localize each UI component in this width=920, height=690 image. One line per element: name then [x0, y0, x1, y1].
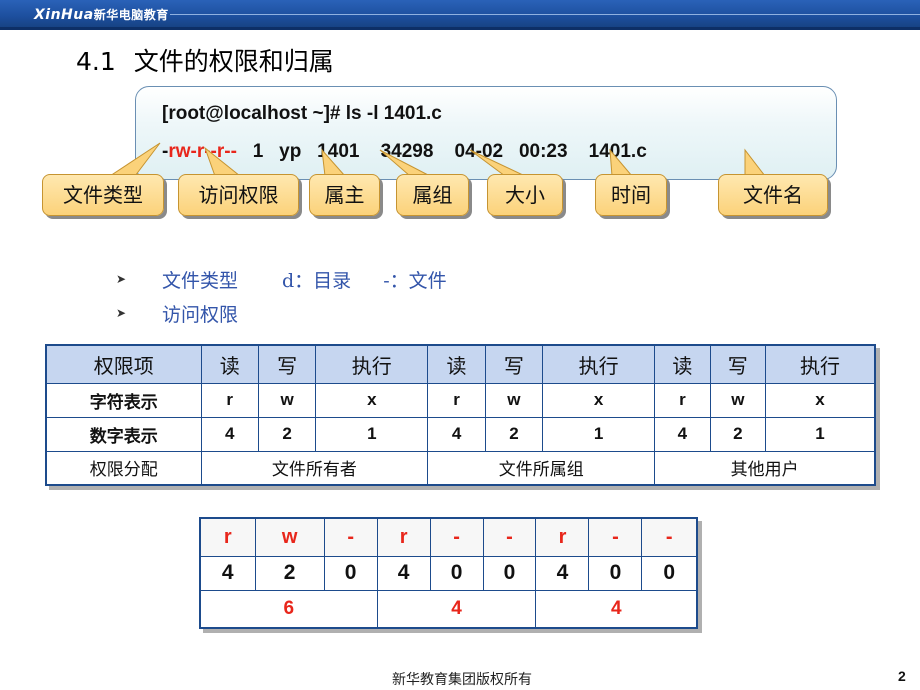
- header-cell: 写: [257, 344, 317, 384]
- page-number: 2: [898, 668, 906, 684]
- row-label: 字符表示: [45, 382, 202, 418]
- bits-digit-row: 4 2 0 4 0 0 4 0 0: [199, 555, 698, 591]
- bit-char: r: [199, 517, 256, 557]
- pointer-filename: [744, 148, 767, 177]
- header-cell: 读: [200, 344, 259, 384]
- group-owner: 文件所有者: [200, 450, 429, 486]
- table-cell: 4: [200, 416, 259, 452]
- pointer-owner: [321, 148, 347, 177]
- row-label: 数字表示: [45, 416, 202, 452]
- bit-char: -: [482, 517, 537, 557]
- bit-digit: 0: [641, 555, 698, 591]
- section-number: 4.1: [76, 47, 116, 76]
- table-cell: w: [484, 382, 544, 418]
- bit-digit: 0: [323, 555, 378, 591]
- bit-digit: 4: [376, 555, 431, 591]
- header-cell: 执行: [765, 344, 876, 384]
- bullet-item-file-type: ➤ 文件类型 d：目录 -：文件: [116, 262, 447, 296]
- pointer-file-type: [108, 142, 161, 177]
- bit-digit: 0: [482, 555, 537, 591]
- group-others: 其他用户: [654, 450, 876, 486]
- table-cell: r: [200, 382, 259, 418]
- table-cell: 1: [765, 416, 876, 452]
- bullet-item-access: ➤ 访问权限: [116, 296, 447, 330]
- table-cell: r: [654, 382, 711, 418]
- bit-digit: 2: [254, 555, 325, 591]
- bit-char: w: [254, 517, 325, 557]
- bit-char: -: [429, 517, 484, 557]
- table-cell: 2: [257, 416, 317, 452]
- footer-copyright: 新华教育集团版权所有: [392, 672, 532, 688]
- bit-char: -: [323, 517, 378, 557]
- bit-digit: 4: [199, 555, 256, 591]
- bit-char: -: [641, 517, 698, 557]
- table-header-row: 权限项 读 写 执行 读 写 执行 读 写 执行: [45, 344, 876, 384]
- header-cell: 写: [484, 344, 544, 384]
- callout-owner: 属主: [309, 174, 380, 216]
- slide-title: 4.1 文件的权限和归属: [76, 42, 334, 78]
- title-text: 文件的权限和归属: [133, 47, 334, 76]
- header-rule: [170, 14, 920, 15]
- callout-access: 访问权限: [178, 174, 299, 216]
- callout-size: 大小: [487, 174, 563, 216]
- table-cell: 4: [427, 416, 486, 452]
- header-cell: 执行: [315, 344, 429, 384]
- bullet-label: 访问权限: [162, 303, 239, 326]
- row-label: 权限分配: [45, 450, 202, 486]
- table-cell: 2: [709, 416, 767, 452]
- bullet-arrow-icon: ➤: [116, 272, 127, 286]
- table-cell: x: [765, 382, 876, 418]
- bit-digit: 4: [535, 555, 590, 591]
- table-cell: 1: [315, 416, 429, 452]
- callout-time: 时间: [595, 174, 667, 216]
- permission-table: 权限项 读 写 执行 读 写 执行 读 写 执行 字符表示 r w x r w …: [45, 344, 876, 486]
- bullet-file-desc: -：文件: [383, 269, 447, 292]
- callout-filename: 文件名: [718, 174, 828, 216]
- table-row: 字符表示 r w x r w x r w x: [45, 382, 876, 418]
- pointer-group: [379, 149, 431, 177]
- bit-sum-owner: 6: [199, 589, 378, 629]
- callout-file-type: 文件类型: [42, 174, 164, 216]
- callout-group: 属组: [396, 174, 469, 216]
- table-cell: w: [257, 382, 317, 418]
- table-cell: 1: [542, 416, 656, 452]
- bit-digit: 0: [588, 555, 643, 591]
- bit-sum-group: 4: [376, 589, 537, 629]
- bit-digit: 0: [429, 555, 484, 591]
- table-cell: x: [315, 382, 429, 418]
- header-bar: XinHua新华电脑教育: [0, 0, 920, 30]
- group-group: 文件所属组: [427, 450, 656, 486]
- bits-table: r w - r - - r - - 4 2 0 4 0 0 4 0 0 6 4 …: [199, 517, 698, 629]
- bit-char: r: [535, 517, 590, 557]
- header-cell: 执行: [542, 344, 656, 384]
- header-cell: 读: [427, 344, 486, 384]
- header-cell: 读: [654, 344, 711, 384]
- bits-sum-row: 6 4 4: [199, 589, 698, 629]
- bullet-label: 文件类型: [162, 269, 239, 292]
- command-line: [root@localhost ~]# ls -l 1401.c: [162, 103, 442, 124]
- table-cell: r: [427, 382, 486, 418]
- pointer-time: [609, 148, 634, 177]
- bits-char-row: r w - r - - r - -: [199, 517, 698, 557]
- table-row: 权限分配 文件所有者 文件所属组 其他用户: [45, 450, 876, 486]
- pointer-size: [469, 149, 526, 177]
- logo-cn: 新华电脑教育: [93, 8, 169, 22]
- table-cell: w: [709, 382, 767, 418]
- header-cell: 权限项: [45, 344, 202, 384]
- bit-char: -: [588, 517, 643, 557]
- bit-sum-others: 4: [535, 589, 698, 629]
- table-cell: 2: [484, 416, 544, 452]
- table-cell: 4: [654, 416, 711, 452]
- brand-logo: XinHua新华电脑教育: [34, 6, 169, 23]
- table-row: 数字表示 4 2 1 4 2 1 4 2 1: [45, 416, 876, 452]
- bullet-list: ➤ 文件类型 d：目录 -：文件 ➤ 访问权限: [116, 262, 447, 330]
- logo-latin: XinHua: [34, 7, 94, 23]
- bullet-dir-desc: d：目录: [282, 269, 352, 292]
- bit-char: r: [376, 517, 431, 557]
- table-cell: x: [542, 382, 656, 418]
- pointer-access: [203, 146, 242, 177]
- bullet-arrow-icon: ➤: [116, 306, 127, 320]
- header-cell: 写: [709, 344, 767, 384]
